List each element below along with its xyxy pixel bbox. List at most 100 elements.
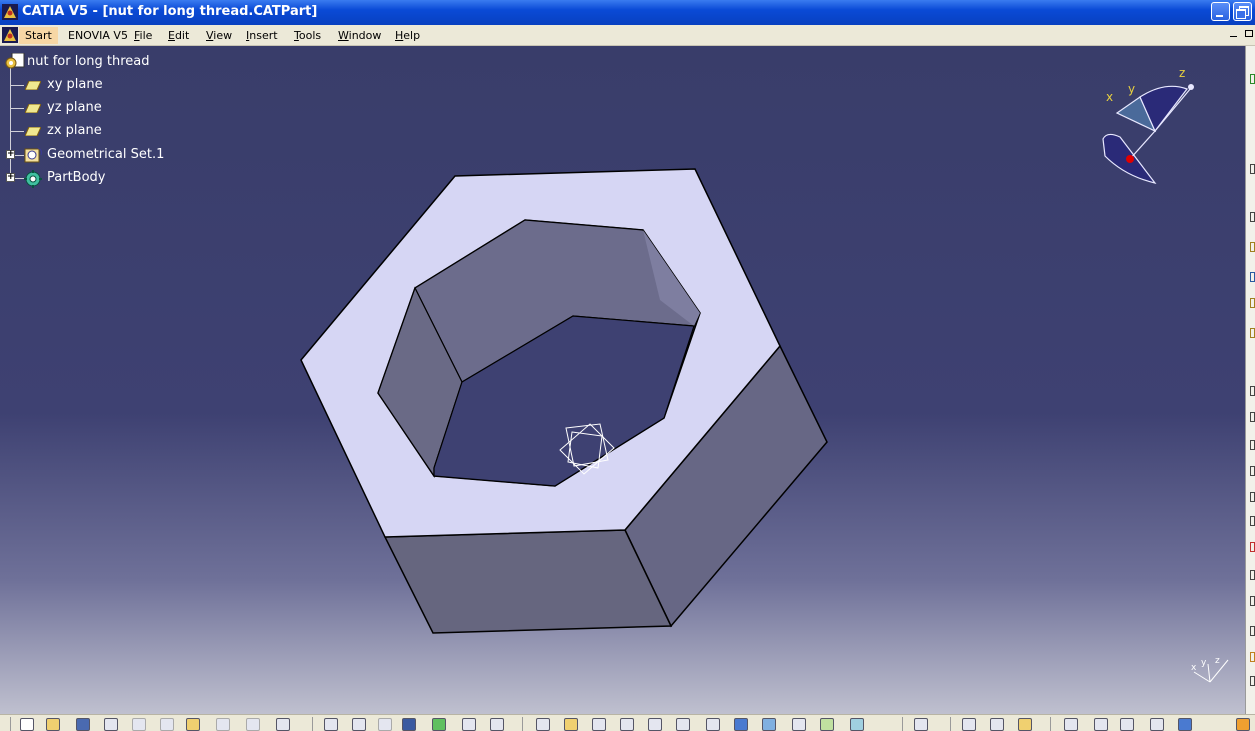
tree-item-zx-plane[interactable]: zx plane	[0, 121, 160, 141]
toolbar-tool-icon[interactable]	[1250, 440, 1255, 450]
toolbar-tool-icon[interactable]	[1250, 676, 1255, 686]
measure-icon[interactable]	[914, 718, 928, 731]
zoom-in-icon[interactable]	[648, 718, 662, 731]
iso-view-icon[interactable]	[762, 718, 776, 731]
bottom-toolbar	[0, 714, 1255, 731]
expand-icon[interactable]: +	[6, 173, 15, 182]
minimize-button[interactable]	[1211, 2, 1230, 21]
normal-view-icon[interactable]	[706, 718, 720, 731]
menu-insert[interactable]: Insert	[246, 29, 278, 42]
swap-space-icon[interactable]	[850, 718, 864, 731]
snap-icon[interactable]	[1064, 718, 1078, 731]
toolbar-tool-icon[interactable]	[1250, 242, 1255, 252]
tree-item-label: Geometrical Set.1	[47, 147, 165, 162]
toolbar-handle-icon[interactable]	[1250, 74, 1255, 84]
menu-tools[interactable]: Tools	[294, 29, 321, 42]
toolbar-tool-icon[interactable]	[1250, 212, 1255, 222]
save-icon[interactable]	[76, 718, 90, 731]
grid-icon[interactable]	[1178, 718, 1192, 731]
scale-icon[interactable]	[1120, 718, 1134, 731]
expand-icon[interactable]: +	[6, 150, 15, 159]
whats-this-icon[interactable]	[276, 718, 290, 731]
plane-icon	[25, 127, 41, 136]
triad-z-label: z	[1215, 656, 1220, 666]
new-icon[interactable]	[20, 718, 34, 731]
toolbar-tool-icon[interactable]	[1250, 298, 1255, 308]
document-menu-icon[interactable]	[2, 27, 18, 43]
tree-root-label: nut for long thread	[27, 54, 150, 69]
plane-icon	[25, 81, 41, 90]
menu-enovia[interactable]: ENOVIA V5	[68, 29, 128, 42]
right-toolbar	[1245, 46, 1255, 714]
toolbar-tool-icon[interactable]	[1250, 516, 1255, 526]
fly-mode-icon[interactable]	[536, 718, 550, 731]
menu-start[interactable]: Start	[19, 27, 58, 44]
params-icon[interactable]	[490, 718, 504, 731]
pan-icon[interactable]	[592, 718, 606, 731]
menu-view[interactable]: View	[206, 29, 232, 42]
toolbar-tool-icon[interactable]	[1250, 652, 1255, 662]
redo-icon[interactable]	[246, 718, 260, 731]
part-body-icon	[24, 170, 42, 188]
menu-window[interactable]: Window	[338, 29, 381, 42]
toolbar-tool-icon[interactable]	[1250, 328, 1255, 338]
toolbar-tool-icon[interactable]	[1250, 542, 1255, 552]
tree-item-geometrical-set[interactable]: + Geometrical Set.1	[0, 145, 170, 165]
catalog-icon[interactable]	[462, 718, 476, 731]
toolbar-tool-icon[interactable]	[1250, 412, 1255, 422]
zoom-out-icon[interactable]	[676, 718, 690, 731]
copy-icon[interactable]	[160, 718, 174, 731]
measure-item-icon[interactable]	[990, 718, 1004, 731]
part-icon	[5, 53, 25, 69]
axis-icon[interactable]	[1094, 718, 1108, 731]
menu-edit[interactable]: Edit	[168, 29, 189, 42]
compass-x-label: x	[1106, 90, 1113, 104]
tree-icon[interactable]	[432, 718, 446, 731]
knowledge-icon[interactable]	[352, 718, 366, 731]
menu-bar: Start ENOVIA V5 File Edit View Insert To…	[0, 25, 1255, 46]
paste-icon[interactable]	[186, 718, 200, 731]
toolbar-tool-icon[interactable]	[1250, 570, 1255, 580]
tree-item-xy-plane[interactable]: xy plane	[0, 75, 160, 95]
menu-file[interactable]: File	[134, 29, 152, 42]
restore-button[interactable]	[1233, 2, 1252, 21]
tree-item-part-body[interactable]: + PartBody	[0, 168, 160, 188]
toolbar-tool-icon[interactable]	[1250, 272, 1255, 282]
law-icon[interactable]	[378, 718, 392, 731]
measure-between-icon[interactable]	[962, 718, 976, 731]
toolbar-tool-icon[interactable]	[1250, 626, 1255, 636]
catia-app-icon[interactable]	[2, 4, 18, 20]
minimize-icon	[1230, 36, 1237, 37]
measure-inertia-icon[interactable]	[1018, 718, 1032, 731]
tree-item-label: xy plane	[47, 77, 103, 92]
open-icon[interactable]	[46, 718, 60, 731]
toolbar-tool-icon[interactable]	[1250, 386, 1255, 396]
compass-z-label: z	[1179, 66, 1185, 80]
toolbar-tool-icon[interactable]	[1250, 492, 1255, 502]
fit-all-icon[interactable]	[564, 718, 578, 731]
print-icon[interactable]	[104, 718, 118, 731]
shading-icon[interactable]	[792, 718, 806, 731]
undo-icon[interactable]	[216, 718, 230, 731]
menu-help[interactable]: Help	[395, 29, 420, 42]
formula-icon[interactable]	[324, 718, 338, 731]
doc-minimize-button[interactable]	[1229, 30, 1239, 40]
toolbar-tool-icon[interactable]	[1250, 466, 1255, 476]
tree-item-yz-plane[interactable]: yz plane	[0, 98, 160, 118]
toolbar-tool-icon[interactable]	[1250, 596, 1255, 606]
rotate-icon[interactable]	[620, 718, 634, 731]
triad-x-label: x	[1191, 663, 1197, 673]
nut-side-face-front	[383, 529, 673, 634]
table-icon[interactable]	[402, 718, 416, 731]
compass-widget[interactable]: x y z	[1095, 61, 1205, 191]
doc-restore-button[interactable]	[1243, 29, 1253, 39]
multi-view-icon[interactable]	[734, 718, 748, 731]
specification-tree: nut for long thread xy plane yz plane zx…	[0, 52, 200, 192]
compass-y-label: y	[1128, 82, 1135, 96]
cut-icon[interactable]	[132, 718, 146, 731]
toolbar-tool-icon[interactable]	[1250, 164, 1255, 174]
distance-icon[interactable]	[1150, 718, 1164, 731]
workbench-icon[interactable]	[1236, 718, 1250, 731]
tree-root-node[interactable]: nut for long thread	[2, 52, 162, 72]
hide-show-icon[interactable]	[820, 718, 834, 731]
